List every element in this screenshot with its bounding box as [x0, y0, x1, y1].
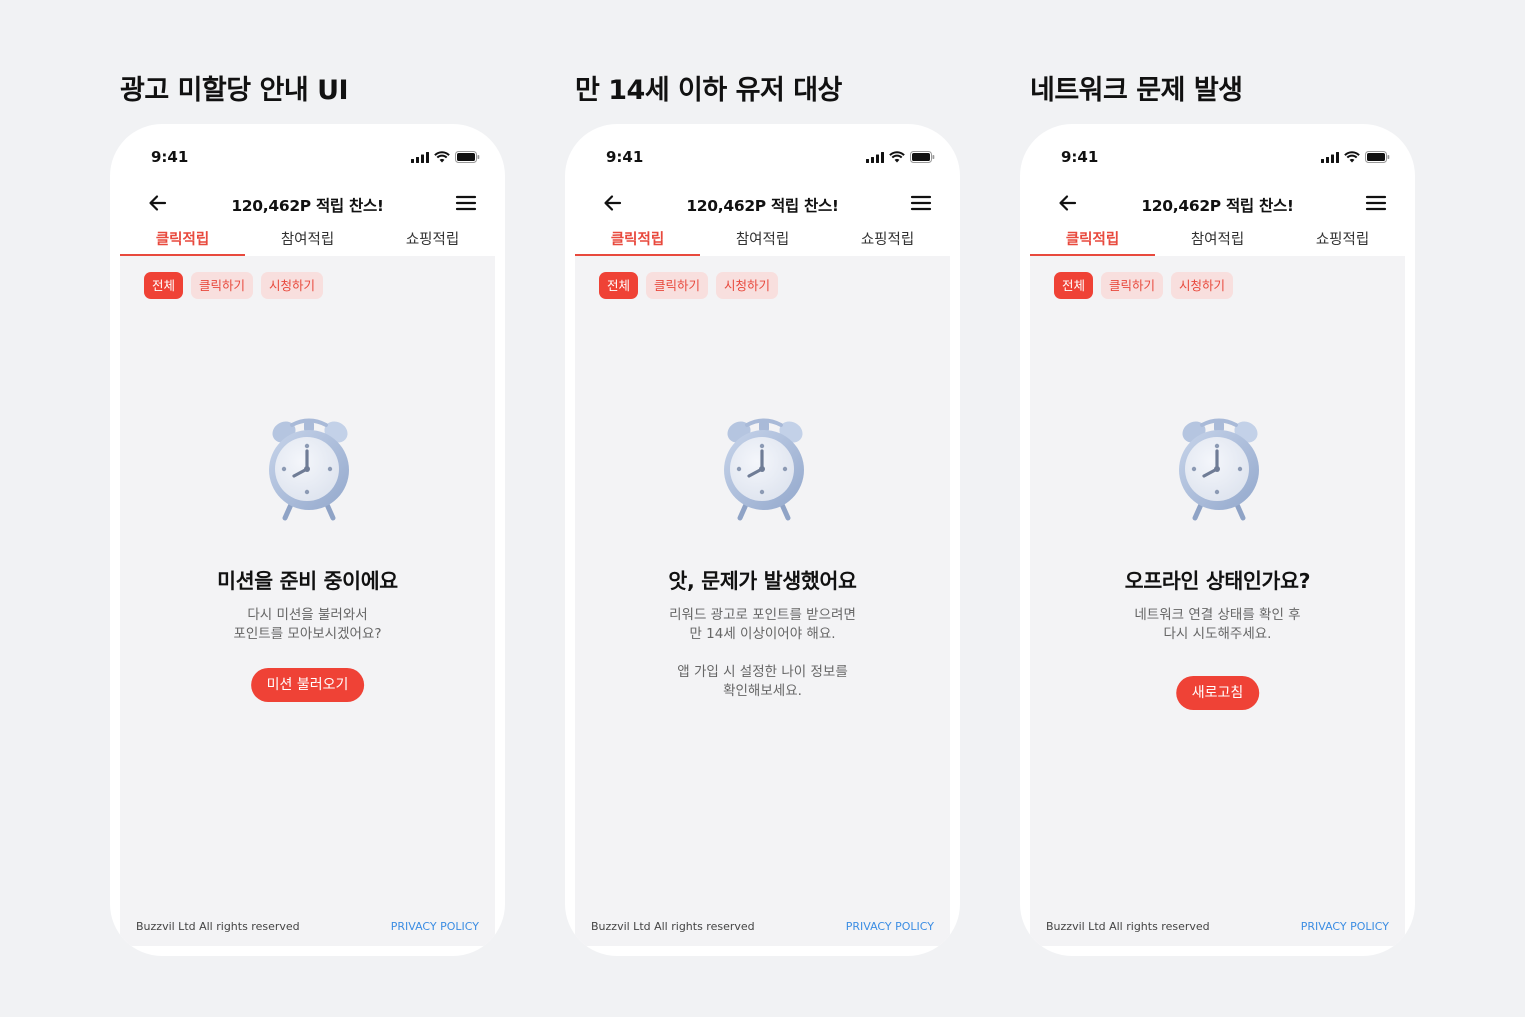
description-line: 리워드 광고로 포인트를 받으려면: [669, 607, 856, 623]
empty-state-description: 네트워크 연결 상태를 확인 후 다시 시도해주세요.: [1030, 606, 1405, 644]
tab-bar: 클릭적립 참여적립 쇼핑적립: [120, 224, 495, 256]
description-line: 확인해보세요.: [723, 683, 802, 699]
phone-screen-network-error: 9:41 120,462P 적립 찬스! 클릭적립 참여적립 쇼핑적립 전체 클…: [1020, 124, 1415, 956]
wifi-icon: [434, 151, 450, 163]
tab-bar: 클릭적립 참여적립 쇼핑적립: [1030, 224, 1405, 256]
content-area: 전체 클릭하기 시청하기 미션을 준비 중이에요 다시 미션을 불러와서 포인트…: [120, 256, 495, 946]
tab-click-reward[interactable]: 클릭적립: [575, 224, 700, 256]
chip-watch[interactable]: 시청하기: [261, 272, 324, 299]
content-area: 전체 클릭하기 시청하기 앗, 문제가 발생했어요 리워드 광고로 포인트를 받…: [575, 256, 950, 946]
chip-all[interactable]: 전체: [144, 272, 184, 299]
tab-shopping-reward[interactable]: 쇼핑적립: [1280, 224, 1405, 256]
wifi-icon: [889, 151, 905, 163]
privacy-policy-link[interactable]: PRIVACY POLICY: [846, 920, 934, 933]
tab-participation-reward[interactable]: 참여적립: [1155, 224, 1280, 256]
filter-chips: 전체 클릭하기 시청하기: [1054, 272, 1234, 299]
chip-watch[interactable]: 시청하기: [1171, 272, 1234, 299]
empty-state-title: 미션을 준비 중이에요: [217, 569, 398, 593]
phone-screen-under-14: 9:41 120,462P 적립 찬스! 클릭적립 참여적립 쇼핑적립 전체 클…: [565, 124, 960, 956]
refresh-button[interactable]: 새로고침: [1175, 676, 1260, 710]
cellular-signal-icon: [866, 151, 884, 163]
tab-click-reward[interactable]: 클릭적립: [120, 224, 245, 256]
status-bar: 9:41: [565, 124, 960, 188]
filter-chips: 전체 클릭하기 시청하기: [144, 272, 324, 299]
phone-screen-ad-unassigned: 9:41 120,462P 적립 찬스! 클릭적립 참여적립 쇼핑적립 전체 클…: [110, 124, 505, 956]
load-missions-button[interactable]: 미션 불러오기: [250, 668, 365, 702]
description-line: 다시 미션을 불러와서: [247, 607, 368, 623]
description-line: 다시 시도해주세요.: [1163, 626, 1272, 642]
chip-click[interactable]: 클릭하기: [1101, 272, 1164, 299]
status-bar: 9:41: [110, 124, 505, 188]
alarm-clock-icon: [1179, 418, 1259, 521]
section-title-under-14: 만 14세 이하 유저 대상: [575, 75, 842, 106]
empty-state-title: 오프라인 상태인가요?: [1124, 569, 1311, 593]
footer: Buzzvil Ltd All rights reserved PRIVACY …: [591, 920, 934, 933]
nav-bar: 120,462P 적립 찬스!: [575, 182, 950, 226]
content-area: 전체 클릭하기 시청하기 오프라인 상태인가요? 네트워크 연결 상태를 확인 …: [1030, 256, 1405, 946]
empty-state-title: 앗, 문제가 발생했어요: [668, 569, 857, 593]
footer: Buzzvil Ltd All rights reserved PRIVACY …: [136, 920, 479, 933]
battery-icon: [1365, 151, 1390, 163]
wifi-icon: [1344, 151, 1360, 163]
description-line: 네트워크 연결 상태를 확인 후: [1134, 607, 1301, 623]
nav-bar: 120,462P 적립 찬스!: [120, 182, 495, 226]
nav-title: 120,462P 적립 찬스!: [686, 197, 839, 215]
battery-icon: [455, 151, 480, 163]
hamburger-menu-icon[interactable]: [908, 190, 934, 216]
tab-click-reward[interactable]: 클릭적립: [1030, 224, 1155, 256]
status-time: 9:41: [151, 148, 189, 166]
cellular-signal-icon: [411, 151, 429, 163]
status-icons: [411, 151, 480, 163]
alarm-clock-icon: [269, 418, 349, 521]
status-bar: 9:41: [1020, 124, 1415, 188]
description-line: 앱 가입 시 설정한 나이 정보를: [677, 664, 848, 680]
chip-click[interactable]: 클릭하기: [191, 272, 254, 299]
cellular-signal-icon: [1321, 151, 1339, 163]
chip-all[interactable]: 전체: [599, 272, 639, 299]
empty-state-description: 리워드 광고로 포인트를 받으려면 만 14세 이상이어야 해요. 앱 가입 시…: [575, 606, 950, 701]
empty-state-description: 다시 미션을 불러와서 포인트를 모아보시겠어요?: [120, 606, 495, 644]
battery-icon: [910, 151, 935, 163]
chip-all[interactable]: 전체: [1054, 272, 1094, 299]
status-time: 9:41: [606, 148, 644, 166]
nav-title: 120,462P 적립 찬스!: [1141, 197, 1294, 215]
privacy-policy-link[interactable]: PRIVACY POLICY: [391, 920, 479, 933]
chip-watch[interactable]: 시청하기: [716, 272, 779, 299]
tab-shopping-reward[interactable]: 쇼핑적립: [370, 224, 495, 256]
footer-copyright: Buzzvil Ltd All rights reserved: [591, 920, 755, 933]
tab-participation-reward[interactable]: 참여적립: [700, 224, 825, 256]
chip-click[interactable]: 클릭하기: [646, 272, 709, 299]
description-line: 포인트를 모아보시겠어요?: [233, 626, 382, 642]
status-icons: [1321, 151, 1390, 163]
status-icons: [866, 151, 935, 163]
footer-copyright: Buzzvil Ltd All rights reserved: [1046, 920, 1210, 933]
nav-bar: 120,462P 적립 찬스!: [1030, 182, 1405, 226]
footer-copyright: Buzzvil Ltd All rights reserved: [136, 920, 300, 933]
section-title-network-error: 네트워크 문제 발생: [1030, 75, 1243, 106]
footer: Buzzvil Ltd All rights reserved PRIVACY …: [1046, 920, 1389, 933]
tab-participation-reward[interactable]: 참여적립: [245, 224, 370, 256]
hamburger-menu-icon[interactable]: [1363, 190, 1389, 216]
section-title-ad-unassigned: 광고 미할당 안내 UI: [120, 75, 349, 106]
description-line: 만 14세 이상이어야 해요.: [689, 626, 836, 642]
tab-bar: 클릭적립 참여적립 쇼핑적립: [575, 224, 950, 256]
hamburger-menu-icon[interactable]: [453, 190, 479, 216]
alarm-clock-icon: [724, 418, 804, 521]
nav-title: 120,462P 적립 찬스!: [231, 197, 384, 215]
tab-shopping-reward[interactable]: 쇼핑적립: [825, 224, 950, 256]
status-time: 9:41: [1061, 148, 1099, 166]
filter-chips: 전체 클릭하기 시청하기: [599, 272, 779, 299]
privacy-policy-link[interactable]: PRIVACY POLICY: [1301, 920, 1389, 933]
